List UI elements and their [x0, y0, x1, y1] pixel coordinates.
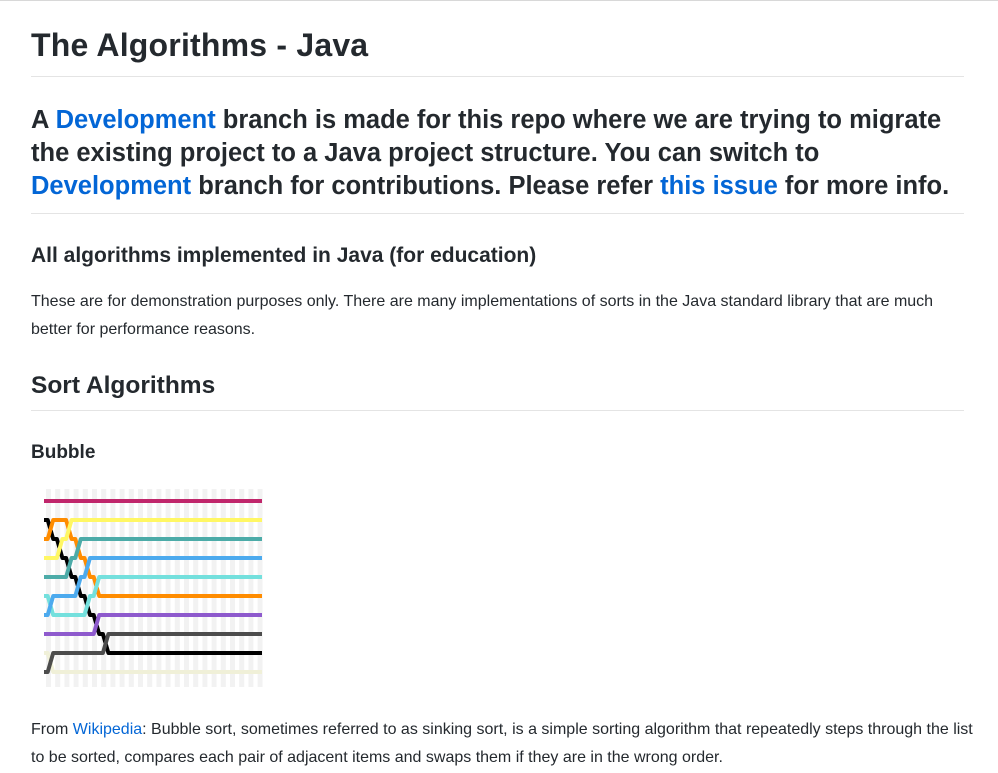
- top-border: [0, 0, 998, 1]
- sort-divider: [31, 410, 964, 411]
- section-description: These are for demonstration purposes onl…: [31, 293, 934, 338]
- this-issue-link[interactable]: this issue: [660, 172, 778, 200]
- page-title: The Algorithms - Java: [31, 27, 369, 63]
- notice-heading: A Development branch is made for this re…: [31, 104, 971, 203]
- bubble-sort-visualization: [44, 489, 263, 687]
- development-link-2[interactable]: Development: [31, 172, 191, 200]
- section-heading: All algorithms implemented in Java (for …: [31, 244, 537, 267]
- notice-divider: [31, 213, 964, 214]
- title-divider: [31, 76, 964, 77]
- bubble-heading: Bubble: [31, 442, 96, 463]
- notice-text-1: A: [31, 106, 56, 134]
- bubble-description: From Wikipedia: Bubble sort, sometimes r…: [31, 716, 981, 772]
- notice-text-4: for more info.: [777, 172, 950, 200]
- development-link-1[interactable]: Development: [56, 106, 216, 134]
- desc-prefix: From: [31, 721, 73, 738]
- notice-text-3: branch for contributions. Please refer: [191, 172, 661, 200]
- sort-algorithms-heading: Sort Algorithms: [31, 372, 216, 399]
- wikipedia-link[interactable]: Wikipedia: [73, 721, 142, 738]
- desc-text: : Bubble sort, sometimes referred to as …: [31, 721, 973, 766]
